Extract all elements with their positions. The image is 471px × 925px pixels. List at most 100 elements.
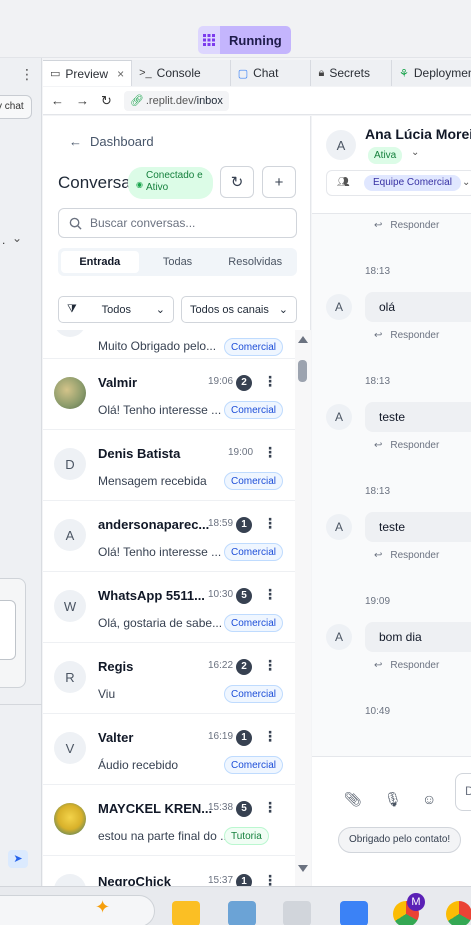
tab-console[interactable]: >_ Console: [132, 60, 231, 86]
status-filter-select[interactable]: ⧩ Todos ⌄: [58, 296, 174, 323]
scroll-thumb[interactable]: [298, 360, 307, 382]
kebab-icon[interactable]: ⋮: [263, 515, 277, 532]
conversation-row[interactable]: V Valter 16:19 1 ⋮ Áudio recebido Comerc…: [43, 714, 295, 785]
conversation-time: 15:37: [208, 875, 234, 886]
send-icon[interactable]: ➤: [8, 850, 28, 868]
scroll-up-icon[interactable]: [298, 336, 308, 343]
conversation-row[interactable]: D Denis Batista 19:00 ⋮ Mensagem recebid…: [43, 430, 295, 501]
reply-link[interactable]: ↩ Responder: [374, 330, 439, 341]
dashboard-back-link[interactable]: ← Dashboard: [69, 134, 154, 149]
taskbar-search[interactable]: [0, 895, 155, 925]
kebab-icon[interactable]: ⋮: [263, 728, 277, 745]
message-time: 18:13: [365, 486, 391, 497]
kebab-icon[interactable]: ⋮: [263, 799, 277, 816]
conversation-row[interactable]: Muito Obrigado pelo... Comercial: [43, 330, 295, 359]
tab-todas[interactable]: Todas: [139, 251, 217, 273]
conversation-preview: Olá! Tenho interesse ...: [98, 545, 222, 559]
tab-entrada[interactable]: Entrada: [61, 251, 139, 273]
conversation-row[interactable]: MAYCKEL KREN... 15:38 5 ⋮ estou na parte…: [43, 785, 295, 856]
chrome-icon[interactable]: [446, 901, 471, 925]
avatar: A: [326, 404, 352, 430]
refresh-icon: ↻: [230, 174, 244, 191]
refresh-button[interactable]: ↻: [220, 166, 254, 198]
search-input[interactable]: Buscar conversas...: [58, 208, 297, 238]
lock-app-icon[interactable]: [283, 901, 311, 925]
tab-resolvidas[interactable]: Resolvidas: [216, 251, 294, 273]
deploy-icon: ⚘: [399, 67, 409, 80]
tab-secrets[interactable]: 🔒︎ Secrets: [311, 60, 392, 86]
team-tag: Comercial: [224, 543, 284, 561]
grid-icon: [198, 26, 220, 54]
document-app-icon[interactable]: [340, 901, 368, 925]
folder-icon[interactable]: [172, 901, 200, 925]
channel-filter-select[interactable]: Todos os canais ⌄: [181, 296, 297, 323]
microphone-icon[interactable]: 🎙︎: [384, 791, 402, 808]
conversation-row[interactable]: NegroChick 15:37 1 ⋮: [43, 856, 295, 886]
reply-link[interactable]: ↩ Responder: [374, 550, 439, 561]
status-badge[interactable]: Ativa: [368, 147, 403, 164]
forward-arrow-icon[interactable]: →: [76, 93, 89, 108]
emoji-icon[interactable]: ☺: [422, 791, 436, 807]
status-filter-value: Todos: [101, 303, 131, 316]
message-bubble: teste: [365, 512, 471, 542]
workspace-tabs: ▭ Preview × >_ Console ▢ Chat 🔒︎ Secrets…: [43, 60, 471, 86]
unread-count-badge: 2: [236, 659, 252, 675]
new-chat-button[interactable]: v chat: [0, 95, 32, 119]
conversation-row[interactable]: W WhatsApp 5511... 10:30 5 ⋮ Olá, gostar…: [43, 572, 295, 643]
conversation-row[interactable]: R Regis 16:22 2 ⋮ Viu Comercial: [43, 643, 295, 714]
contact-name: andersonaparec...: [98, 517, 210, 532]
message-bubble: olá: [365, 292, 471, 322]
reply-link[interactable]: ↩ Responder: [374, 440, 439, 451]
chart-app-icon[interactable]: [228, 901, 256, 925]
kebab-icon[interactable]: ⋮: [20, 66, 34, 83]
search-icon: [69, 217, 82, 230]
kebab-icon[interactable]: ⋮: [263, 872, 277, 886]
conversation-time: 10:30: [208, 589, 234, 600]
message-input[interactable]: D: [455, 773, 471, 811]
tab-deployments[interactable]: ⚘ Deployments: [392, 60, 471, 86]
chevron-down-icon[interactable]: ⌄: [12, 231, 22, 245]
contact-name: Denis Batista: [98, 446, 181, 461]
team-tag: Comercial: [224, 685, 284, 703]
reply-link[interactable]: ↩ Responder: [374, 220, 439, 231]
tab-preview[interactable]: ▭ Preview ×: [43, 60, 133, 86]
running-status[interactable]: Running: [220, 26, 291, 54]
url-field[interactable]: 🔗︎ .replit.dev/inbox: [123, 90, 229, 111]
kebab-icon[interactable]: ⋮: [263, 444, 277, 461]
reload-icon[interactable]: ↻: [101, 93, 112, 109]
team-tag: Comercial: [224, 614, 284, 632]
team-selector[interactable]: 👥︎ Equipe Comercial ⌄: [326, 170, 471, 196]
team-badge: Equipe Comercial: [364, 175, 461, 191]
avatar: V: [54, 732, 86, 764]
chevron-down-icon[interactable]: ⌄: [411, 147, 419, 158]
paperclip-icon[interactable]: 📎︎: [344, 791, 362, 808]
connection-status-text: Conectado e Ativo: [146, 170, 203, 193]
quick-reply-chip[interactable]: Obrigado pelo contato!: [338, 827, 462, 853]
conversation-scrollbar[interactable]: [295, 330, 311, 886]
reply-label: Responder: [390, 440, 440, 451]
sparkle-icon[interactable]: ✦: [95, 897, 110, 918]
kebab-icon[interactable]: ⋮: [263, 657, 277, 674]
message-time: 18:13: [365, 266, 391, 277]
reply-arrow-icon: ↩: [374, 330, 383, 341]
users-icon: 👥︎: [337, 177, 350, 188]
conversation-row[interactable]: A andersonaparec... 18:59 1 ⋮ Olá! Tenho…: [43, 501, 295, 572]
conversation-preview: Viu: [98, 687, 116, 701]
kebab-icon[interactable]: ⋮: [263, 373, 277, 390]
kebab-icon[interactable]: ⋮: [263, 586, 277, 603]
run-status-group[interactable]: Running: [198, 26, 291, 54]
conversation-row[interactable]: Valmir 19:06 2 ⋮ Olá! Tenho interesse ..…: [43, 359, 295, 430]
conversation-preview: Mensagem recebida: [98, 474, 207, 488]
add-conversation-button[interactable]: +: [262, 166, 296, 198]
avatar: W: [54, 590, 86, 622]
profile-badge: M: [407, 893, 425, 911]
chat-bubble-icon: ▢: [237, 67, 249, 80]
back-arrow-icon[interactable]: ←: [51, 93, 64, 108]
tab-chat[interactable]: ▢ Chat: [231, 60, 312, 86]
close-icon[interactable]: ×: [117, 67, 124, 81]
message-bubble: bom dia: [365, 622, 471, 652]
unread-count-badge: 1: [236, 874, 252, 886]
left-input-field[interactable]: [0, 600, 16, 660]
reply-link[interactable]: ↩ Responder: [374, 660, 439, 671]
scroll-down-icon[interactable]: [298, 865, 308, 872]
